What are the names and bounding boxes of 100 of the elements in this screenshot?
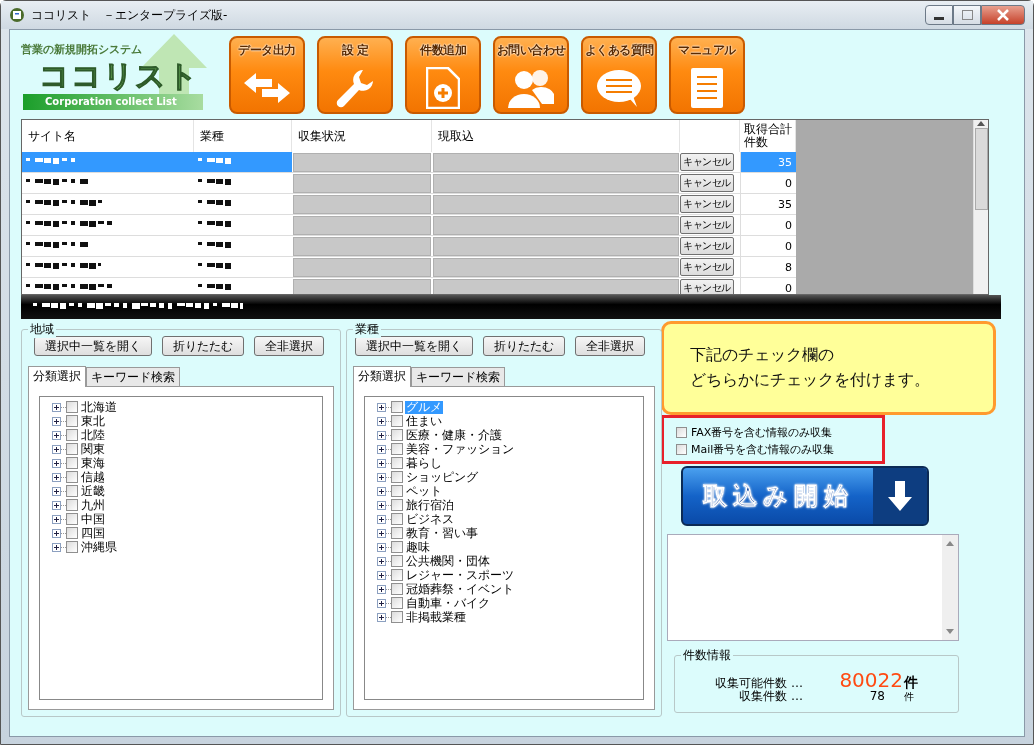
toolbar-button[interactable]: よくある質問 [581,36,657,114]
tree-item[interactable]: 趣味 [405,540,431,554]
tree-item[interactable]: 暮らし [405,456,443,470]
toolbar-button[interactable]: お問い合わせ [493,36,569,114]
minimize-button[interactable] [925,5,953,25]
expand-icon[interactable] [377,486,386,496]
checkbox[interactable] [391,597,403,609]
cancel-button[interactable]: キャンセル [680,195,734,213]
checkbox[interactable] [391,415,403,427]
cancel-button[interactable]: キャンセル [680,153,734,171]
expand-icon[interactable] [377,584,386,594]
expand-icon[interactable] [377,542,386,552]
tree-item[interactable]: 沖縄県 [80,540,118,554]
expand-icon[interactable] [377,458,386,468]
toolbar-button[interactable]: 設 定 [317,36,393,114]
panel-button[interactable]: 全非選択 [254,336,324,356]
expand-icon[interactable] [377,416,386,426]
checkbox[interactable] [676,427,687,438]
tree-item[interactable]: 関東 [80,442,106,456]
checkbox[interactable] [391,541,403,553]
tree-item[interactable]: ビジネス [405,512,455,526]
cancel-button[interactable]: キャンセル [680,279,734,294]
tree-item[interactable]: ショッピング [405,470,479,484]
tree-item[interactable]: ペット [405,484,443,498]
checkbox[interactable] [391,485,403,497]
tree-item[interactable]: 非掲載業種 [405,610,467,624]
toolbar-button[interactable]: データ出力 [229,36,305,114]
tree-item[interactable]: 医療・健康・介護 [405,428,503,442]
expand-icon[interactable] [52,472,61,482]
expand-icon[interactable] [52,458,61,468]
scroll-down-icon[interactable] [946,629,954,634]
expand-icon[interactable] [377,598,386,608]
tree-item[interactable]: 美容・ファッション [405,442,515,456]
tree-item[interactable]: 公共機関・団体 [405,554,491,568]
checkbox[interactable] [391,471,403,483]
checkbox[interactable] [66,457,78,469]
tab[interactable]: 分類選択 [353,366,411,387]
expand-icon[interactable] [52,514,61,524]
checkbox[interactable] [66,471,78,483]
cancel-button[interactable]: キャンセル [680,237,734,255]
checkbox[interactable] [391,499,403,511]
tree-item[interactable]: 北海道 [80,400,118,414]
log-textarea[interactable] [667,534,959,641]
expand-icon[interactable] [377,514,386,524]
checkbox[interactable] [66,429,78,441]
checkbox[interactable] [66,485,78,497]
checkbox[interactable] [391,457,403,469]
tree-item[interactable]: 冠婚葬祭・イベント [405,582,515,596]
expand-icon[interactable] [52,444,61,454]
checkbox[interactable] [391,555,403,567]
tree-item[interactable]: 住まい [405,414,443,428]
panel-button[interactable]: 全非選択 [575,336,645,356]
tree-item[interactable]: 教育・習い事 [405,526,479,540]
expand-icon[interactable] [52,430,61,440]
checkbox[interactable] [391,443,403,455]
expand-icon[interactable] [52,402,61,412]
toolbar-button[interactable]: マニュアル [669,36,745,114]
expand-icon[interactable] [377,430,386,440]
tree-item[interactable]: 北陸 [80,428,106,442]
panel-button[interactable]: 選択中一覧を開く [355,336,473,356]
checkbox[interactable] [391,569,403,581]
checkbox[interactable] [391,429,403,441]
checkbox-label[interactable]: Mail番号を含む情報のみ収集 [691,442,835,457]
expand-icon[interactable] [52,416,61,426]
checkbox[interactable] [391,513,403,525]
checkbox[interactable] [66,443,78,455]
expand-icon[interactable] [377,500,386,510]
tree-item[interactable]: レジャー・スポーツ [405,568,515,582]
expand-icon[interactable] [377,570,386,580]
cancel-button[interactable]: キャンセル [680,174,734,192]
checkbox[interactable] [66,415,78,427]
checkbox[interactable] [66,401,78,413]
expand-icon[interactable] [52,542,61,552]
expand-icon[interactable] [52,500,61,510]
tree-item[interactable]: 近畿 [80,484,106,498]
checkbox[interactable] [66,541,78,553]
expand-icon[interactable] [377,528,386,538]
expand-icon[interactable] [377,472,386,482]
cancel-button[interactable]: キャンセル [680,258,734,276]
expand-icon[interactable] [377,444,386,454]
tree-item[interactable]: 東北 [80,414,106,428]
checkbox[interactable] [391,527,403,539]
expand-icon[interactable] [377,556,386,566]
expand-icon[interactable] [52,486,61,496]
tree-item[interactable]: 自動車・バイク [405,596,491,610]
checkbox[interactable] [66,513,78,525]
tree-item[interactable]: 信越 [80,470,106,484]
checkbox[interactable] [66,527,78,539]
tree-item[interactable]: 中国 [80,512,106,526]
checkbox[interactable] [391,401,403,413]
checkbox[interactable] [391,583,403,595]
scroll-up-icon[interactable] [977,120,985,126]
checkbox[interactable] [66,499,78,511]
expand-icon[interactable] [52,528,61,538]
cancel-button[interactable]: キャンセル [680,216,734,234]
tab[interactable]: 分類選択 [28,366,86,387]
panel-button[interactable]: 折りたたむ [162,336,244,356]
expand-icon[interactable] [377,612,386,622]
maximize-button[interactable] [953,5,981,25]
tab[interactable]: キーワード検索 [86,367,180,386]
